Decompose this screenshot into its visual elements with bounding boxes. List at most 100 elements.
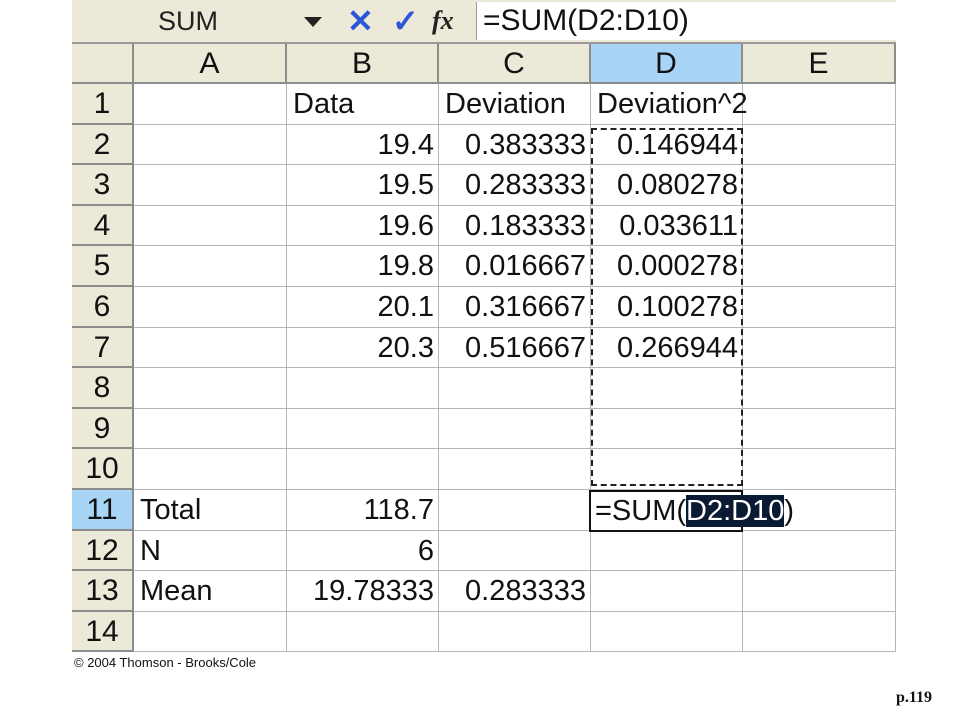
- cell-a13[interactable]: Mean: [134, 571, 287, 612]
- cell-e2[interactable]: [743, 124, 896, 166]
- cell-b6[interactable]: 20.1: [287, 287, 439, 328]
- cell-b5[interactable]: 19.8: [287, 246, 439, 287]
- cell-c9[interactable]: [439, 408, 591, 450]
- row-header-4[interactable]: 4: [72, 205, 134, 247]
- cell-c10[interactable]: [439, 449, 591, 490]
- active-cell-editor[interactable]: =SUM(D2:D10): [589, 490, 794, 532]
- cell-a10[interactable]: [134, 449, 287, 490]
- cell-b10[interactable]: [287, 449, 439, 490]
- row-header-11[interactable]: 11: [72, 490, 134, 531]
- name-box[interactable]: SUM: [72, 2, 287, 40]
- cell-e5[interactable]: [743, 246, 896, 287]
- cell-a5[interactable]: [134, 246, 287, 287]
- row-header-9[interactable]: 9: [72, 408, 134, 450]
- row-header-8[interactable]: 8: [72, 368, 134, 409]
- row-header-7[interactable]: 7: [72, 327, 134, 369]
- cell-a12[interactable]: N: [134, 530, 287, 572]
- cell-d3[interactable]: 0.080278: [591, 165, 743, 206]
- cell-e10[interactable]: [743, 449, 896, 490]
- spreadsheet: SUM ✕ ✓ fx =SUM(D2:D10) A B C D E 1 Data Deviat…: [72, 0, 896, 655]
- cell-a8[interactable]: [134, 368, 287, 409]
- cell-d9[interactable]: [591, 408, 743, 450]
- column-header-a[interactable]: A: [134, 44, 287, 84]
- cell-c14[interactable]: [439, 611, 591, 653]
- row-header-12[interactable]: 12: [72, 530, 134, 572]
- row-header-3[interactable]: 3: [72, 165, 134, 206]
- row-header-14[interactable]: 14: [72, 611, 134, 653]
- cell-c12[interactable]: [439, 530, 591, 572]
- row-header-13[interactable]: 13: [72, 571, 134, 612]
- cell-d6[interactable]: 0.100278: [591, 287, 743, 328]
- cell-d14[interactable]: [591, 611, 743, 653]
- row-header-6[interactable]: 6: [72, 287, 134, 328]
- row-header-5[interactable]: 5: [72, 246, 134, 287]
- cell-d1[interactable]: Deviation^2: [591, 84, 748, 125]
- cell-e13[interactable]: [743, 571, 896, 612]
- cancel-icon[interactable]: ✕: [347, 4, 374, 38]
- cell-b8[interactable]: [287, 368, 439, 409]
- cell-d10[interactable]: [591, 449, 743, 490]
- column-header-b[interactable]: B: [287, 44, 439, 84]
- column-header-c[interactable]: C: [439, 44, 591, 84]
- cell-a7[interactable]: [134, 327, 287, 369]
- cell-c13[interactable]: 0.283333: [439, 571, 591, 612]
- formula-input[interactable]: =SUM(D2:D10): [476, 2, 896, 40]
- cell-e1[interactable]: [743, 84, 896, 125]
- cell-e7[interactable]: [743, 327, 896, 369]
- cell-d7[interactable]: 0.266944: [591, 327, 743, 369]
- cell-c5[interactable]: 0.016667: [439, 246, 591, 287]
- cell-d13[interactable]: [591, 571, 743, 612]
- cell-e9[interactable]: [743, 408, 896, 450]
- cell-c7[interactable]: 0.516667: [439, 327, 591, 369]
- cell-a9[interactable]: [134, 408, 287, 450]
- cell-b14[interactable]: [287, 611, 439, 653]
- cell-b7[interactable]: 20.3: [287, 327, 439, 369]
- cell-b4[interactable]: 19.6: [287, 205, 439, 247]
- cell-e12[interactable]: [743, 530, 896, 572]
- cell-e6[interactable]: [743, 287, 896, 328]
- cell-e14[interactable]: [743, 611, 896, 653]
- copyright-note: © 2004 Thomson - Brooks/Cole: [74, 655, 257, 670]
- cell-a6[interactable]: [134, 287, 287, 328]
- cell-b1[interactable]: Data: [287, 84, 439, 125]
- cell-a11[interactable]: Total: [134, 490, 287, 531]
- formula-bar: SUM ✕ ✓ fx =SUM(D2:D10): [72, 0, 896, 44]
- cell-b12[interactable]: 6: [287, 530, 439, 572]
- cell-b13[interactable]: 19.78333: [287, 571, 439, 612]
- select-all-corner[interactable]: [72, 44, 134, 84]
- cell-d12[interactable]: [591, 530, 743, 572]
- cell-c11[interactable]: [439, 490, 591, 531]
- cell-c2[interactable]: 0.383333: [439, 124, 591, 166]
- page-number: p.119: [896, 689, 933, 706]
- cell-e4[interactable]: [743, 205, 896, 247]
- cell-d4[interactable]: 0.033611: [591, 205, 743, 247]
- cell-d5[interactable]: 0.000278: [591, 246, 743, 287]
- cell-c4[interactable]: 0.183333: [439, 205, 591, 247]
- chevron-down-icon[interactable]: [304, 17, 322, 27]
- cell-e3[interactable]: [743, 165, 896, 206]
- row-header-2[interactable]: 2: [72, 124, 134, 166]
- cell-c8[interactable]: [439, 368, 591, 409]
- row-header-10[interactable]: 10: [72, 449, 134, 490]
- cell-b11[interactable]: 118.7: [287, 490, 439, 531]
- cell-a1[interactable]: [134, 84, 287, 125]
- cell-c3[interactable]: 0.283333: [439, 165, 591, 206]
- cell-e8[interactable]: [743, 368, 896, 409]
- cell-a14[interactable]: [134, 611, 287, 653]
- enter-icon[interactable]: ✓: [392, 4, 419, 38]
- cell-c1[interactable]: Deviation: [439, 84, 591, 125]
- cell-b2[interactable]: 19.4: [287, 124, 439, 166]
- cell-c6[interactable]: 0.316667: [439, 287, 591, 328]
- edit-suffix: ): [784, 495, 795, 527]
- cell-b3[interactable]: 19.5: [287, 165, 439, 206]
- column-header-e[interactable]: E: [743, 44, 896, 84]
- cell-d8[interactable]: [591, 368, 743, 409]
- insert-function-icon[interactable]: fx: [432, 4, 454, 38]
- cell-a3[interactable]: [134, 165, 287, 206]
- row-header-1[interactable]: 1: [72, 84, 134, 125]
- column-header-d[interactable]: D: [591, 44, 743, 84]
- cell-a2[interactable]: [134, 124, 287, 166]
- cell-a4[interactable]: [134, 205, 287, 247]
- cell-b9[interactable]: [287, 408, 439, 450]
- cell-d2[interactable]: 0.146944: [591, 124, 743, 166]
